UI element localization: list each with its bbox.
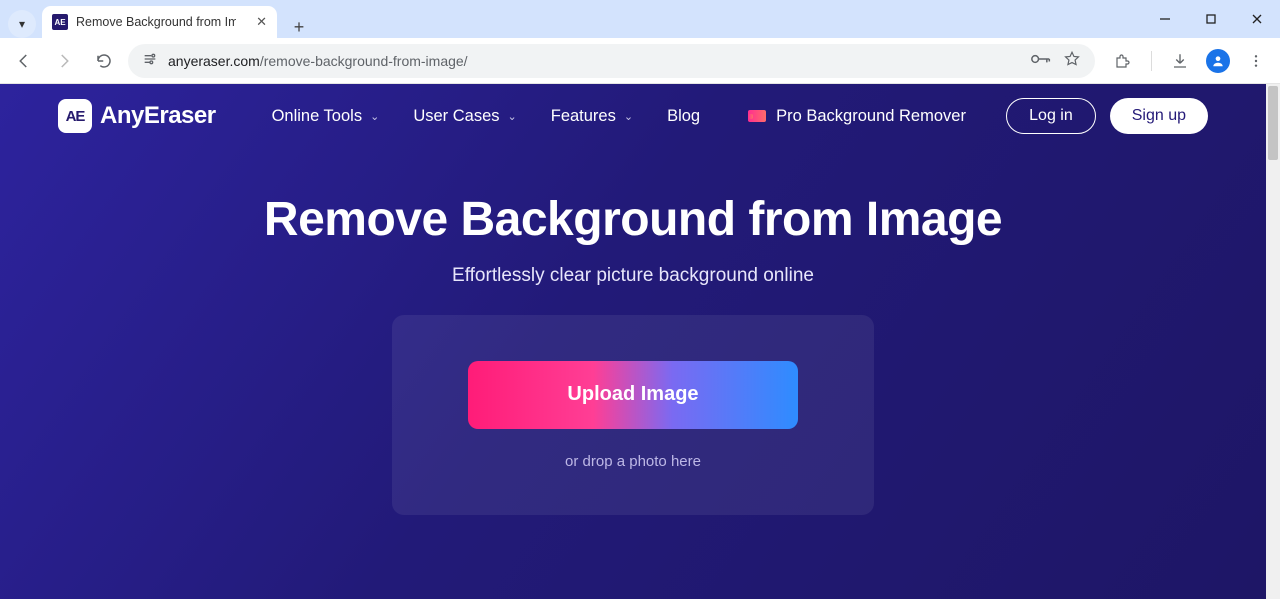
nav-features[interactable]: Features ⌄ (551, 107, 633, 126)
close-icon (1251, 13, 1263, 25)
scrollbar-track[interactable] (1266, 84, 1280, 599)
address-bar[interactable]: anyeraser.com/remove-background-from-ima… (128, 44, 1095, 78)
pro-link-label: Pro Background Remover (776, 107, 966, 126)
upload-image-button[interactable]: Upload Image (468, 361, 798, 429)
upload-dropzone[interactable]: Upload Image or drop a photo here (392, 315, 874, 515)
main-nav: Online Tools ⌄ User Cases ⌄ Features ⌄ B… (272, 107, 701, 126)
chevron-down-icon: ⌄ (624, 110, 633, 123)
nav-forward-button[interactable] (48, 45, 80, 77)
tabs-dropdown[interactable]: ▾ (8, 10, 36, 38)
page-title: Remove Background from Image (0, 192, 1266, 247)
chevron-down-icon: ⌄ (370, 110, 379, 123)
pro-background-remover-link[interactable]: Pro Background Remover (748, 107, 966, 126)
nav-user-cases[interactable]: User Cases ⌄ (413, 107, 516, 126)
hero: Remove Background from Image Effortlessl… (0, 148, 1266, 515)
browser-tab[interactable]: AE Remove Background from Imag ✕ (42, 6, 277, 38)
download-icon (1171, 52, 1189, 70)
tab-title: Remove Background from Imag (76, 15, 236, 29)
profile-button[interactable] (1202, 45, 1234, 77)
toolbar-divider (1151, 51, 1152, 71)
nav-label: Online Tools (272, 107, 363, 126)
logo-text: AnyEraser (100, 102, 216, 130)
logo-mark: AE (58, 99, 92, 133)
bookmark-star-icon[interactable] (1063, 50, 1081, 71)
drop-hint: or drop a photo here (565, 453, 701, 470)
window-minimize-button[interactable] (1142, 0, 1188, 38)
signup-button[interactable]: Sign up (1110, 98, 1208, 134)
puzzle-icon (1114, 52, 1132, 70)
scrollbar-thumb[interactable] (1268, 86, 1278, 160)
new-tab-button[interactable]: + (285, 17, 313, 38)
chevron-down-icon: ⌄ (508, 110, 517, 123)
tab-close-icon[interactable]: ✕ (256, 14, 267, 30)
nav-blog[interactable]: Blog (667, 107, 700, 126)
site-header: AE AnyEraser Online Tools ⌄ User Cases ⌄… (0, 84, 1266, 148)
nav-label: Features (551, 107, 616, 126)
nav-label: Blog (667, 107, 700, 126)
extensions-button[interactable] (1107, 45, 1139, 77)
login-button[interactable]: Log in (1006, 98, 1096, 134)
nav-label: User Cases (413, 107, 499, 126)
arrow-right-icon (55, 52, 73, 70)
maximize-icon (1205, 13, 1217, 25)
chrome-menu-button[interactable] (1240, 45, 1272, 77)
kebab-icon (1248, 53, 1264, 69)
page-subtitle: Effortlessly clear picture background on… (0, 265, 1266, 287)
pro-badge-icon (748, 110, 766, 122)
reload-icon (95, 52, 113, 70)
downloads-button[interactable] (1164, 45, 1196, 77)
site-settings-icon[interactable] (142, 51, 158, 70)
nav-back-button[interactable] (8, 45, 40, 77)
minimize-icon (1159, 13, 1171, 25)
site-logo[interactable]: AE AnyEraser (58, 99, 216, 133)
password-key-icon[interactable] (1031, 52, 1051, 69)
avatar-icon (1206, 49, 1230, 73)
window-close-button[interactable] (1234, 0, 1280, 38)
window-maximize-button[interactable] (1188, 0, 1234, 38)
url-text: anyeraser.com/remove-background-from-ima… (168, 53, 468, 69)
chevron-down-icon: ▾ (19, 17, 25, 31)
tab-favicon: AE (52, 14, 68, 30)
reload-button[interactable] (88, 45, 120, 77)
arrow-left-icon (15, 52, 33, 70)
nav-online-tools[interactable]: Online Tools ⌄ (272, 107, 380, 126)
